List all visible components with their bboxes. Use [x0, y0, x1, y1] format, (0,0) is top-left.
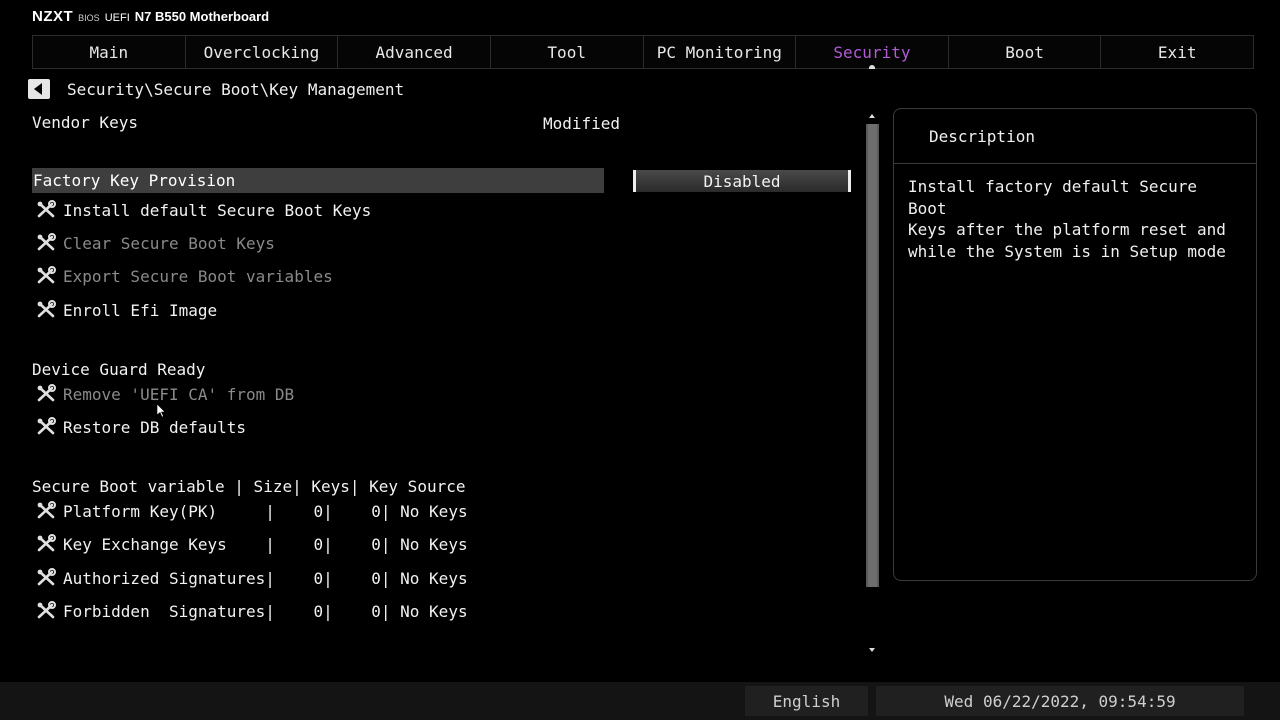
enroll-efi-image-item[interactable]: Enroll Efi Image: [35, 300, 217, 320]
tab-pc-monitoring[interactable]: PC Monitoring: [644, 36, 797, 68]
tab-advanced[interactable]: Advanced: [338, 36, 491, 68]
wrench-icon: [35, 266, 57, 286]
item-label: Enroll Efi Image: [63, 300, 218, 320]
clear-secure-boot-keys-item[interactable]: Clear Secure Boot Keys: [35, 233, 275, 253]
language-selector[interactable]: English: [745, 686, 868, 716]
factory-key-provision-select[interactable]: Disabled: [633, 170, 851, 192]
install-default-keys-item[interactable]: Install default Secure Boot Keys: [35, 200, 371, 220]
key-exchange-keys-row[interactable]: Key Exchange Keys | 0| 0| No Keys: [35, 534, 468, 554]
item-label: Export Secure Boot variables: [63, 266, 333, 286]
scroll-down-arrow-icon[interactable]: [869, 648, 875, 652]
item-label: Remove 'UEFI CA' from DB: [63, 384, 295, 404]
back-button[interactable]: [28, 79, 50, 99]
tab-security[interactable]: Security: [796, 36, 949, 69]
restore-db-defaults-item[interactable]: Restore DB defaults: [35, 417, 246, 437]
tab-exit[interactable]: Exit: [1101, 36, 1253, 68]
system-datetime: Wed 06/22/2022, 09:54:59: [876, 686, 1244, 716]
table-row-label: Platform Key(PK) | 0| 0| No Keys: [63, 501, 468, 521]
scrollbar-thumb[interactable]: [868, 124, 877, 587]
table-row-label: Forbidden Signatures| 0| 0| No Keys: [63, 601, 468, 621]
wrench-icon: [35, 568, 57, 588]
brand-logo: NZXT: [32, 8, 74, 25]
tab-main[interactable]: Main: [33, 36, 186, 68]
item-label: Install default Secure Boot Keys: [63, 200, 372, 220]
scrollbar[interactable]: [866, 124, 879, 587]
description-panel: Description Install factory default Secu…: [893, 108, 1257, 581]
remove-uefi-ca-item[interactable]: Remove 'UEFI CA' from DB: [35, 384, 294, 404]
forbidden-signatures-row[interactable]: Forbidden Signatures| 0| 0| No Keys: [35, 601, 468, 621]
item-label: Restore DB defaults: [63, 417, 247, 437]
wrench-icon: [35, 601, 57, 621]
authorized-signatures-row[interactable]: Authorized Signatures| 0| 0| No Keys: [35, 568, 468, 588]
platform-key-row[interactable]: Platform Key(PK) | 0| 0| No Keys: [35, 501, 468, 521]
motherboard-model: N7 B550 Motherboard: [134, 9, 270, 24]
export-secure-boot-variables-item[interactable]: Export Secure Boot variables: [35, 266, 333, 286]
table-row-label: Authorized Signatures| 0| 0| No Keys: [63, 568, 468, 588]
tab-tool[interactable]: Tool: [491, 36, 644, 68]
brand-bios: BIOS: [78, 13, 100, 23]
factory-key-provision-row[interactable]: Factory Key Provision: [32, 168, 604, 193]
wrench-icon: [35, 200, 57, 220]
tab-boot[interactable]: Boot: [949, 36, 1102, 68]
vendor-keys-value: Modified: [543, 114, 621, 133]
table-row-label: Key Exchange Keys | 0| 0| No Keys: [63, 534, 468, 554]
wrench-icon: [35, 534, 57, 554]
wrench-icon: [35, 300, 57, 320]
wrench-icon: [35, 501, 57, 521]
wrench-icon: [35, 233, 57, 253]
mouse-pointer-icon: [157, 404, 166, 418]
brand-header: NZXT BIOS UEFI N7 B550 Motherboard: [32, 8, 269, 28]
item-label: Clear Secure Boot Keys: [63, 233, 275, 253]
wrench-icon: [35, 384, 57, 404]
device-guard-ready-label: Device Guard Ready: [32, 360, 206, 379]
back-arrow-icon: [34, 83, 42, 95]
scroll-up-arrow-icon[interactable]: [869, 114, 875, 118]
tab-overclocking[interactable]: Overclocking: [186, 36, 339, 68]
brand-uefi: UEFI: [104, 12, 130, 24]
factory-key-provision-label: Factory Key Provision: [33, 171, 236, 190]
breadcrumb: Security\Secure Boot\Key Management: [67, 80, 405, 99]
variables-table-header: Secure Boot variable | Size| Keys| Key S…: [32, 477, 466, 496]
wrench-icon: [35, 417, 57, 437]
vendor-keys-label: Vendor Keys: [32, 113, 138, 132]
description-text: Install factory default Secure Boot Keys…: [908, 177, 1226, 261]
description-title: Description: [894, 109, 1256, 164]
top-menu: Main Overclocking Advanced Tool PC Monit…: [32, 35, 1254, 69]
